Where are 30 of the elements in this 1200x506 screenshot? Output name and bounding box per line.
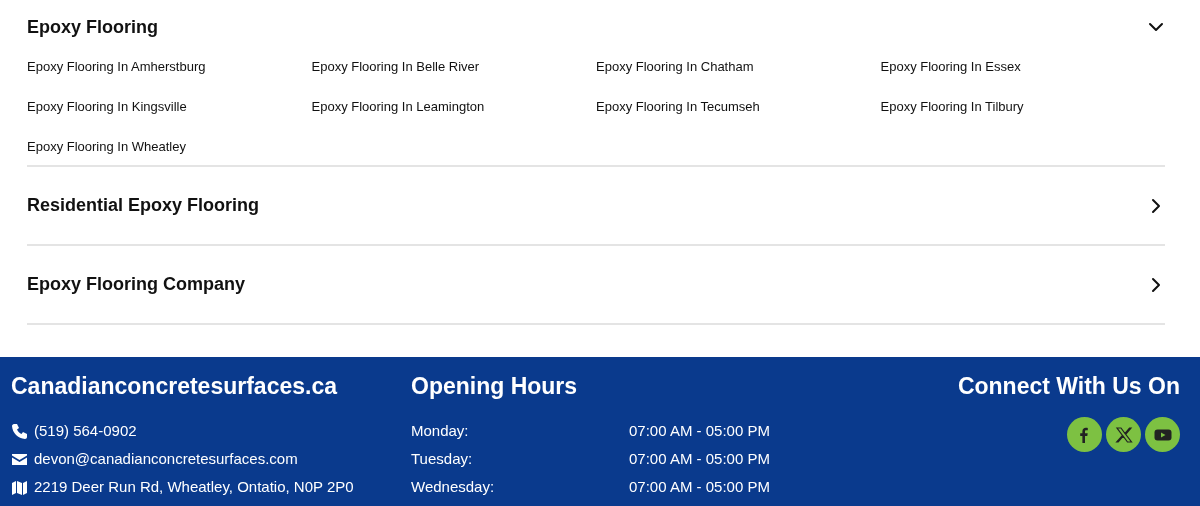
social-link[interactable] <box>1145 417 1180 452</box>
day-label: Wednesday: <box>411 477 496 497</box>
accordion-header[interactable]: Epoxy Flooring <box>27 0 1165 44</box>
accordion-header[interactable]: Epoxy Flooring Company <box>27 246 1165 323</box>
hours-text: 07:00 AM - 05:00 PM <box>629 421 770 441</box>
location-link[interactable]: Epoxy Flooring In Tecumseh <box>596 98 881 116</box>
section-title: Opening Hours <box>411 372 579 401</box>
phone-icon <box>11 422 28 440</box>
social-link[interactable] <box>1106 417 1141 452</box>
section-title: Connect With Us On <box>957 372 1180 401</box>
location-link[interactable]: Epoxy Flooring In Tilbury <box>880 98 1165 116</box>
location-link[interactable]: Epoxy Flooring In Belle River <box>311 58 596 76</box>
day-label: Monday: <box>411 421 470 441</box>
location-link[interactable]: Epoxy Flooring In Essex <box>880 58 1165 76</box>
location-link[interactable]: Epoxy Flooring In Chatham <box>596 58 881 76</box>
location-link[interactable]: Epoxy Flooring In Amherstburg <box>27 58 312 76</box>
social-link[interactable] <box>1067 417 1102 452</box>
hours-text: 07:00 AM - 05:00 PM <box>629 449 770 469</box>
contact-text: devon@canadianconcretesurfaces.com <box>34 449 298 469</box>
x-logo-icon <box>1113 424 1134 445</box>
site-title: Canadianconcretesurfaces.ca <box>11 372 339 401</box>
location-link[interactable]: Epoxy Flooring In Wheatley <box>27 138 312 156</box>
map-icon <box>11 478 28 496</box>
hours-text: 07:00 AM - 05:00 PM <box>629 477 770 497</box>
location-link[interactable]: Epoxy Flooring In Kingsville <box>27 98 312 116</box>
location-link[interactable]: Epoxy Flooring In Leamington <box>311 98 596 116</box>
accordion-header[interactable]: Residential Epoxy Flooring <box>27 167 1165 244</box>
day-label: Tuesday: <box>411 449 474 469</box>
contact-text: 2219 Deer Run Rd, Wheatley, Ontatio, N0P 2P0 <box>34 477 354 497</box>
contact-text: (519) 564-0902 <box>34 421 137 441</box>
